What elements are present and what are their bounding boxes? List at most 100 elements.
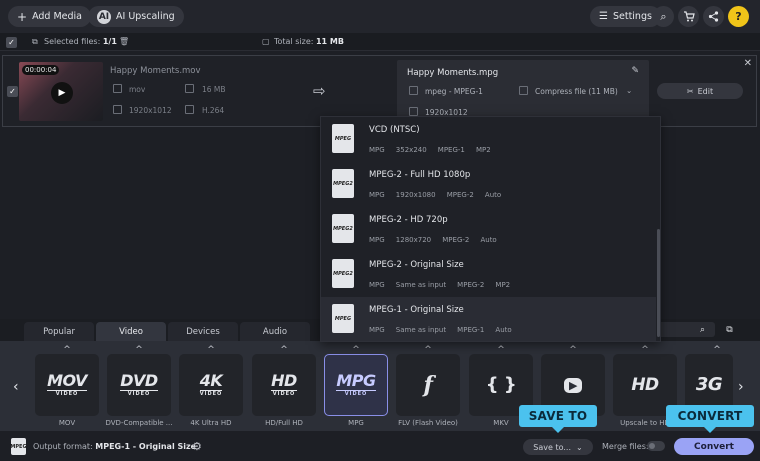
preset-specs: MPG Same as input MPEG-2 MP2 [369, 281, 511, 289]
play-icon[interactable]: ▶ [51, 82, 73, 104]
resolution-icon [113, 105, 122, 114]
flash-logo-icon: f [423, 372, 433, 398]
save-to-label: Save to... [533, 442, 571, 452]
mpg-logo-icon: MPG VIDEO [336, 371, 376, 397]
preset-specs: MPG Same as input MPEG-1 Auto [369, 326, 512, 334]
gear-icon[interactable]: ⚙ [192, 440, 202, 453]
mpeg2-file-icon: MPEG2 [332, 214, 354, 243]
files-icon: ⧉ [32, 37, 38, 46]
preset-title: MPEG-1 - Original Size [369, 305, 464, 315]
compress-icon [519, 86, 528, 95]
chevron-right-icon[interactable]: › [738, 379, 744, 395]
preset-item[interactable]: MPEG2 MPEG-2 - Full HD 1080p MPG 1920x10… [321, 162, 656, 207]
mpeg2-file-icon: MPEG2 [332, 169, 354, 198]
settings-label: Settings [612, 11, 652, 22]
cart-icon[interactable] [678, 6, 699, 27]
trash-icon[interactable]: 🗑 [119, 37, 129, 46]
format-tile-4k[interactable]: 4K VIDEO [179, 354, 243, 416]
preset-specs: MPG 1280x720 MPEG-2 Auto [369, 236, 497, 244]
file-info-bar: ✓ ⧉ Selected files: 1/1 🗑 ▢ Total size: … [0, 33, 760, 51]
chevron-down-icon: ⌄ [576, 442, 583, 452]
storage-icon: ▢ [262, 37, 270, 46]
scissors-icon: ✂ [686, 86, 694, 96]
video-thumbnail[interactable]: 00:00:04 ▶ [19, 62, 103, 121]
preset-title: MPEG-2 - Original Size [369, 260, 464, 270]
source-codec: H.264 [202, 106, 225, 115]
select-all-checkbox[interactable]: ✓ [6, 37, 17, 48]
format-tile-mpg[interactable]: MPG VIDEO [324, 354, 388, 416]
search-icon[interactable]: ⌕ [653, 6, 674, 27]
output-format[interactable]: mpeg - MPEG-1 [425, 87, 483, 96]
chevron-left-icon[interactable]: ‹ [13, 379, 19, 395]
output-format-icon[interactable]: MPEG [10, 438, 27, 455]
share-icon[interactable] [703, 6, 724, 27]
format-settings-icon[interactable]: ⧉ [722, 322, 737, 337]
hd-logo-icon: HD VIDEO [271, 371, 297, 397]
format-list: ‹ ^ MOV VIDEO MOV ^ DVD VIDEO DVD-Compatib… [0, 341, 760, 431]
sliders-icon: ☰ [599, 11, 608, 22]
output-format-icon [409, 86, 418, 95]
mkv-logo-icon: { } [485, 374, 517, 395]
source-size: 16 MB [202, 85, 226, 94]
tab-audio[interactable]: Audio [240, 322, 310, 341]
convert-button[interactable]: Convert [674, 438, 754, 455]
remove-file-icon[interactable]: ✕ [744, 58, 752, 69]
tab-devices[interactable]: Devices [168, 322, 238, 341]
mpeg-file-icon: MPEG [332, 304, 354, 333]
help-icon[interactable]: ? [728, 6, 749, 27]
bottom-bar: MPEG Output format: MPEG-1 - Original Si… [0, 431, 760, 461]
format-tile-mov[interactable]: MOV VIDEO [35, 354, 99, 416]
chevron-down-icon[interactable]: ⌄ [626, 86, 632, 95]
tab-popular[interactable]: Popular [24, 322, 94, 341]
preset-title: VCD (NTSC) [369, 125, 420, 135]
upscale-hd-logo-icon: HD [631, 374, 659, 395]
search-icon[interactable]: ⌕ [695, 322, 710, 337]
output-format-text: Output format: MPEG-1 - Original Size [33, 442, 197, 451]
youtube-logo-icon: ▶ [564, 377, 582, 393]
dropdown-scrollbar[interactable] [657, 229, 660, 337]
top-toolbar: + Add Media AI AI Upscaling ☰ Settings ⌕… [0, 0, 760, 33]
format-icon [113, 84, 122, 93]
output-resolution-icon [409, 107, 418, 116]
4k-logo-icon: 4K VIDEO [199, 371, 223, 397]
preset-specs: MPG 352x240 MPEG-1 MP2 [369, 146, 491, 154]
selected-files-text: Selected files: 1/1 [44, 37, 117, 46]
preset-item-selected[interactable]: MPEG MPEG-1 - Original Size MPG Same as … [321, 297, 656, 341]
convert-arrow-icon: ⇨ [313, 82, 326, 100]
plus-icon: + [17, 9, 28, 24]
preset-item[interactable]: MPEG VCD (NTSC) MPG 352x240 MPEG-1 MP2 [321, 117, 656, 162]
pencil-icon[interactable]: ✎ [631, 66, 639, 76]
format-tile-hd[interactable]: HD VIDEO [252, 354, 316, 416]
preset-specs: MPG 1920x1080 MPEG-2 Auto [369, 191, 502, 199]
edit-button[interactable]: ✂ Edit [657, 83, 743, 99]
format-tile-flv[interactable]: f [396, 354, 460, 416]
source-format: mov [129, 85, 146, 94]
mov-logo-icon: MOV VIDEO [47, 371, 87, 397]
file-checkbox[interactable]: ✓ [7, 86, 18, 97]
settings-button[interactable]: ☰ Settings [590, 6, 661, 27]
preset-title: MPEG-2 - HD 720p [369, 215, 448, 225]
add-media-label: Add Media [32, 11, 83, 22]
mpeg-file-icon: MPEG [332, 124, 354, 153]
tab-video[interactable]: Video [96, 322, 166, 341]
ai-upscaling-label: AI Upscaling [116, 11, 175, 22]
3g-logo-icon: 3G [695, 374, 723, 395]
preset-title: MPEG-2 - Full HD 1080p [369, 170, 471, 180]
ai-badge-icon: AI [97, 9, 111, 24]
merge-files-toggle[interactable] [647, 441, 665, 451]
size-icon [185, 84, 194, 93]
preset-item[interactable]: MPEG2 MPEG-2 - HD 720p MPG 1280x720 MPEG… [321, 207, 656, 252]
duration-badge: 00:00:04 [22, 65, 60, 75]
codec-icon [185, 105, 194, 114]
source-file-name: Happy Moments.mov [110, 66, 201, 76]
preset-item[interactable]: MPEG2 MPEG-2 - Original Size MPG Same as… [321, 252, 656, 297]
save-to-button[interactable]: Save to... ⌄ [523, 439, 593, 455]
preset-dropdown: MPEG VCD (NTSC) MPG 352x240 MPEG-1 MP2 M… [320, 116, 661, 342]
edit-label: Edit [697, 86, 714, 96]
compress-dropdown[interactable]: Compress file (11 MB) [535, 87, 618, 96]
format-tile-dvd[interactable]: DVD VIDEO [107, 354, 171, 416]
add-media-button[interactable]: + Add Media [8, 6, 92, 27]
ai-upscaling-button[interactable]: AI AI Upscaling [88, 6, 184, 27]
convert-callout: CONVERT [666, 405, 754, 433]
dvd-logo-icon: DVD VIDEO [120, 371, 158, 397]
